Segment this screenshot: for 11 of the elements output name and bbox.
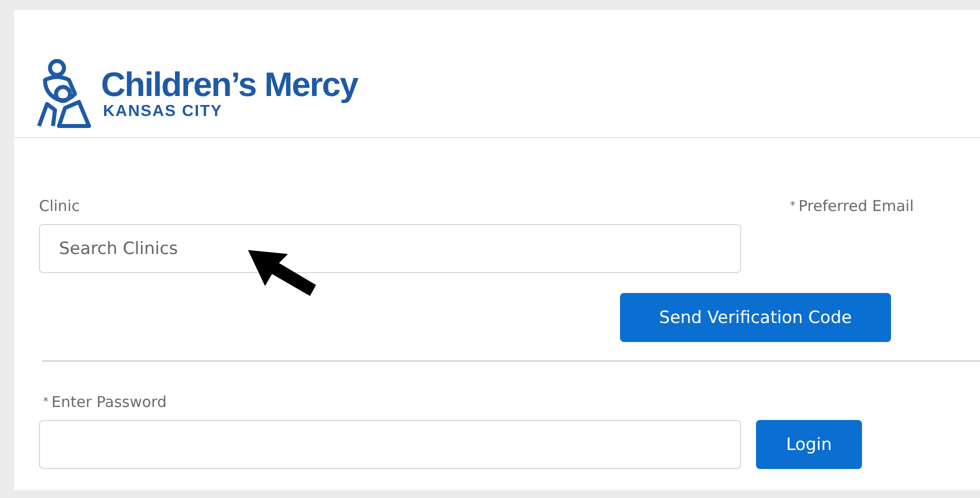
logo-subtitle: KANSAS CITY [103, 102, 224, 120]
field-label: * Preferred Email [790, 196, 915, 217]
login-button[interactable]: Login [756, 420, 862, 469]
logo-name: Children’s Mercy [101, 66, 358, 102]
logo-figure-icon [35, 58, 93, 130]
field-label: Clinic [39, 196, 81, 216]
password-field[interactable] [39, 420, 741, 469]
field-label: * Enter Password [42, 392, 168, 413]
cursor-icon [248, 250, 316, 296]
send-code-button[interactable]: Send Verification Code [620, 293, 891, 342]
search-field[interactable]: Search Clinics [39, 224, 741, 273]
